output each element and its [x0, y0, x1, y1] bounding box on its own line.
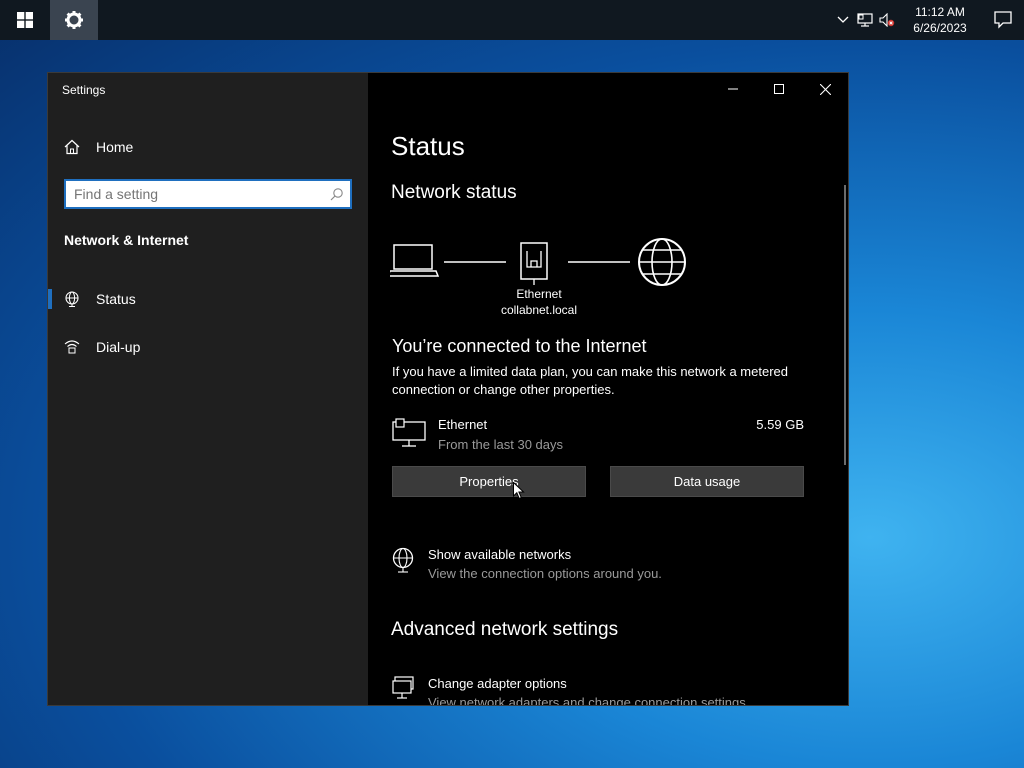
network-tray-button[interactable]: [854, 0, 876, 40]
internet-globe-icon: [638, 238, 686, 286]
connection-description: If you have a limited data plan, you can…: [392, 364, 788, 397]
laptop-icon: [390, 244, 440, 277]
sidebar-item-dialup[interactable]: Dial-up: [48, 331, 368, 363]
change-adapter-title: Change adapter options: [428, 676, 567, 691]
network-icon: [857, 13, 873, 27]
system-tray: 11:12 AM 6/26/2023: [832, 0, 1024, 40]
data-usage-button[interactable]: Data usage: [610, 466, 804, 497]
taskbar: 11:12 AM 6/26/2023: [0, 0, 1024, 40]
connection-status-heading: You’re connected to the Internet: [392, 336, 647, 356]
maximize-button[interactable]: [756, 73, 802, 105]
show-networks-desc: View the connection options around you.: [428, 566, 662, 581]
connection-name: Ethernet: [438, 417, 488, 432]
minimize-button[interactable]: [710, 73, 756, 105]
sidebar-item-label: Dial-up: [96, 339, 141, 355]
clock-time: 11:12 AM: [915, 5, 965, 19]
window-title: Settings: [62, 83, 106, 97]
nav-home[interactable]: Home: [48, 133, 368, 161]
section-title: Network & Internet: [64, 232, 189, 248]
scrollbar[interactable]: [844, 185, 846, 465]
nav-home-label: Home: [96, 139, 134, 155]
ethernet-icon: [392, 418, 426, 447]
selection-indicator: [48, 289, 52, 309]
network-diagram: [390, 238, 686, 286]
volume-muted-icon: [879, 13, 895, 27]
mouse-cursor: [513, 482, 525, 500]
volume-tray-button[interactable]: [876, 0, 898, 40]
page-title: Status: [391, 131, 465, 161]
chevron-up-icon: [837, 16, 849, 23]
dialup-icon: [64, 339, 82, 355]
minimize-icon: [728, 88, 738, 90]
data-usage-amount: 5.59 GB: [756, 417, 804, 432]
network-status-heading: Network status: [391, 182, 517, 203]
sidebar: Settings Home Network & Internet Status: [48, 73, 368, 705]
maximize-icon: [774, 84, 784, 94]
sidebar-item-status[interactable]: Status: [48, 283, 368, 315]
globe-icon: [64, 291, 82, 307]
globe-network-icon: [392, 547, 414, 573]
adapter-icon: [392, 676, 414, 699]
search-input[interactable]: [74, 186, 314, 202]
search-icon[interactable]: [330, 187, 344, 206]
taskbar-clock[interactable]: 11:12 AM 6/26/2023: [904, 4, 976, 36]
clock-date: 6/26/2023: [913, 21, 967, 35]
ethernet-port-icon: [520, 242, 548, 285]
connection-subtitle: From the last 30 days: [438, 437, 563, 452]
search-box[interactable]: [64, 179, 352, 209]
close-icon: [819, 83, 831, 95]
show-networks-title: Show available networks: [428, 547, 572, 562]
change-adapter-desc: View network adapters and change connect…: [428, 695, 750, 706]
network-name-label: collabnet.local: [500, 303, 578, 317]
windows-logo-icon: [17, 12, 33, 28]
gear-icon: [65, 11, 83, 29]
settings-window: Settings Home Network & Internet Status: [47, 72, 849, 706]
show-hidden-icons-button[interactable]: [832, 0, 854, 40]
taskbar-settings-app[interactable]: [50, 0, 98, 40]
home-icon: [64, 139, 82, 155]
action-center-icon: [994, 11, 1012, 29]
start-button[interactable]: [0, 0, 50, 40]
content-pane: Status Network status Ethernet collabnet…: [368, 73, 848, 706]
advanced-settings-heading: Advanced network settings: [391, 619, 619, 640]
adapter-label: Ethernet: [516, 287, 562, 301]
action-center-button[interactable]: [982, 0, 1024, 40]
close-button[interactable]: [802, 73, 848, 105]
properties-button[interactable]: Properties: [392, 466, 586, 497]
sidebar-item-label: Status: [96, 291, 136, 307]
